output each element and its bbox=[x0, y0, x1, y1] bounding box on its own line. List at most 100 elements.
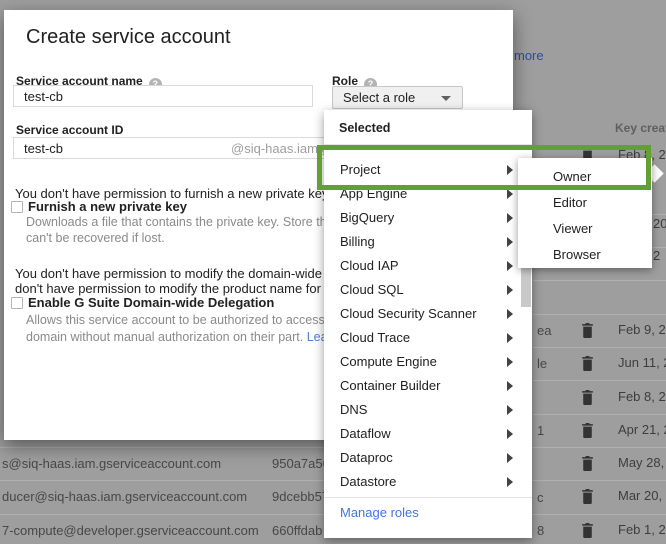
menu-header-selected: Selected bbox=[324, 116, 532, 140]
submenu-arrow-icon bbox=[507, 477, 513, 487]
description-text: domain without manual authorization on t… bbox=[26, 330, 307, 344]
key-id-fragment: 8 bbox=[537, 523, 544, 538]
menu-item[interactable]: BigQuery bbox=[324, 206, 532, 230]
service-account-email: s@siq-haas.iam.gserviceaccount.com bbox=[2, 456, 221, 471]
key-id-fragment: ea bbox=[537, 323, 551, 338]
submenu-arrow-icon bbox=[507, 429, 513, 439]
selected-role-value: Select a role bbox=[343, 90, 415, 105]
submenu-arrow-icon bbox=[507, 213, 513, 223]
table-row: 8 Feb 1, 20 bbox=[533, 514, 666, 544]
furnish-key-checkbox[interactable] bbox=[11, 201, 23, 213]
table-row: ducer@siq-haas.iam.gserviceaccount.com 9… bbox=[0, 480, 324, 513]
menu-item-label: Dataflow bbox=[340, 426, 391, 441]
date-fragment: 2 bbox=[653, 248, 660, 263]
delete-key-icon[interactable] bbox=[581, 423, 594, 438]
submenu-item-label: Editor bbox=[553, 195, 587, 210]
submenu-item[interactable]: Editor bbox=[518, 190, 652, 216]
table-row: 1 Apr 21, 2 bbox=[533, 414, 666, 447]
submenu-arrow-icon bbox=[507, 261, 513, 271]
menu-item[interactable]: Compute Engine bbox=[324, 350, 532, 374]
delete-key-icon[interactable] bbox=[581, 523, 594, 538]
furnish-key-label[interactable]: Furnish a new private key bbox=[28, 199, 187, 214]
caret-down-icon bbox=[441, 96, 451, 101]
menu-item-label: DNS bbox=[340, 402, 367, 417]
gsuite-delegation-checkbox[interactable] bbox=[11, 297, 23, 309]
submenu-item[interactable]: Viewer bbox=[518, 216, 652, 242]
menu-item[interactable]: Datastore bbox=[324, 470, 532, 494]
menu-item[interactable]: Dataflow bbox=[324, 422, 532, 446]
menu-item[interactable]: DNS bbox=[324, 398, 532, 422]
row-divider bbox=[533, 280, 666, 281]
delete-key-icon[interactable] bbox=[581, 356, 594, 371]
annotation-box bbox=[317, 145, 651, 190]
table-row: s@siq-haas.iam.gserviceaccount.com 950a7… bbox=[0, 447, 324, 480]
service-account-id-label: Service account ID bbox=[16, 123, 123, 137]
table-row: le Jun 11, 2 bbox=[533, 347, 666, 380]
key-creation-date: Feb 9, 20 bbox=[618, 322, 666, 337]
domain-permission-note-line1: You don't have permission to modify the … bbox=[15, 266, 333, 281]
input-value: test-cb bbox=[24, 141, 63, 156]
submenu-arrow-icon bbox=[507, 381, 513, 391]
submenu-arrow-icon bbox=[507, 405, 513, 415]
date-fragment: 20 bbox=[653, 216, 666, 231]
key-id: 660ffdab bbox=[272, 523, 322, 538]
learn-more-link[interactable]: more bbox=[514, 48, 544, 63]
key-id: 9dcebb57 bbox=[272, 489, 324, 504]
service-account-name-input[interactable]: test-cb bbox=[13, 85, 313, 107]
key-creation-date: Mar 20, 2 bbox=[618, 488, 666, 503]
menu-item-label: Dataproc bbox=[340, 450, 393, 465]
table-row: May 28, bbox=[533, 447, 666, 480]
menu-item-label: Container Builder bbox=[340, 378, 440, 393]
delete-key-icon[interactable] bbox=[581, 390, 594, 405]
table-row: 7-compute@developer.gserviceaccount.com … bbox=[0, 514, 324, 544]
input-value: test-cb bbox=[24, 89, 63, 104]
service-account-rows: s@siq-haas.iam.gserviceaccount.com 950a7… bbox=[0, 447, 324, 544]
menu-item-label: Compute Engine bbox=[340, 354, 437, 369]
menu-item[interactable]: Container Builder bbox=[324, 374, 532, 398]
delete-key-icon[interactable] bbox=[581, 489, 594, 504]
submenu-item-label: Browser bbox=[553, 247, 601, 262]
menu-item-label: Billing bbox=[340, 234, 375, 249]
manage-roles-link[interactable]: Manage roles bbox=[324, 498, 532, 520]
menu-item-label: Cloud Security Scanner bbox=[340, 306, 477, 321]
furnish-key-description-line2: can't be recovered if lost. bbox=[26, 231, 165, 245]
submenu-item-label: Viewer bbox=[553, 221, 593, 236]
key-id-fragment: 1 bbox=[537, 423, 544, 438]
key-id-fragment: c bbox=[537, 490, 544, 505]
key-creation-date: May 28, bbox=[618, 455, 664, 470]
menu-item[interactable]: Cloud SQL bbox=[324, 278, 532, 302]
table-row: ea Feb 9, 20 bbox=[533, 314, 666, 347]
gsuite-description-line2: domain without manual authorization on t… bbox=[26, 330, 339, 344]
menu-item-label: Datastore bbox=[340, 474, 396, 489]
domain-permission-note-line2: don't have permission to modify the prod… bbox=[15, 281, 335, 296]
menu-item[interactable]: Cloud IAP bbox=[324, 254, 532, 278]
key-creation-date: Jun 11, 2 bbox=[618, 355, 666, 370]
label-text: Service account ID bbox=[16, 123, 123, 137]
submenu-arrow-icon bbox=[507, 189, 513, 199]
delete-key-icon[interactable] bbox=[581, 456, 594, 471]
delete-key-icon[interactable] bbox=[581, 323, 594, 338]
submenu-arrow-icon bbox=[507, 453, 513, 463]
table-row: Feb 8, 20 bbox=[533, 381, 666, 414]
key-creation-date: Feb 8, 20 bbox=[618, 389, 666, 404]
key-id-fragment: le bbox=[537, 356, 547, 371]
role-select-dropdown[interactable]: Select a role bbox=[332, 86, 463, 109]
gsuite-delegation-label[interactable]: Enable G Suite Domain-wide Delegation bbox=[28, 295, 274, 310]
gsuite-description-line1: Allows this service account to be author… bbox=[26, 313, 341, 327]
submenu-arrow-icon bbox=[507, 285, 513, 295]
furnish-key-description-line1: Downloads a file that contains the priva… bbox=[26, 215, 346, 229]
menu-item[interactable]: Billing bbox=[324, 230, 532, 254]
key-creation-date: Apr 21, 2 bbox=[618, 422, 666, 437]
menu-item-label: Cloud IAP bbox=[340, 258, 399, 273]
key-table-rows: ea Feb 9, 20 le Jun 11, 2 Feb 8, 20 1 Ap… bbox=[533, 314, 666, 544]
key-id: 950a7a56 bbox=[272, 456, 324, 471]
key-creation-column-header: Key creat bbox=[615, 121, 666, 135]
menu-item-label: BigQuery bbox=[340, 210, 394, 225]
service-account-email: 7-compute@developer.gserviceaccount.com bbox=[2, 523, 259, 538]
submenu-item[interactable]: Browser bbox=[518, 242, 652, 268]
menu-item-label: Cloud SQL bbox=[340, 282, 404, 297]
menu-items: Project App Engine BigQuery Billing Clou… bbox=[324, 158, 532, 494]
menu-item[interactable]: Dataproc bbox=[324, 446, 532, 470]
menu-item[interactable]: Cloud Trace bbox=[324, 326, 532, 350]
menu-item[interactable]: Cloud Security Scanner bbox=[324, 302, 532, 326]
